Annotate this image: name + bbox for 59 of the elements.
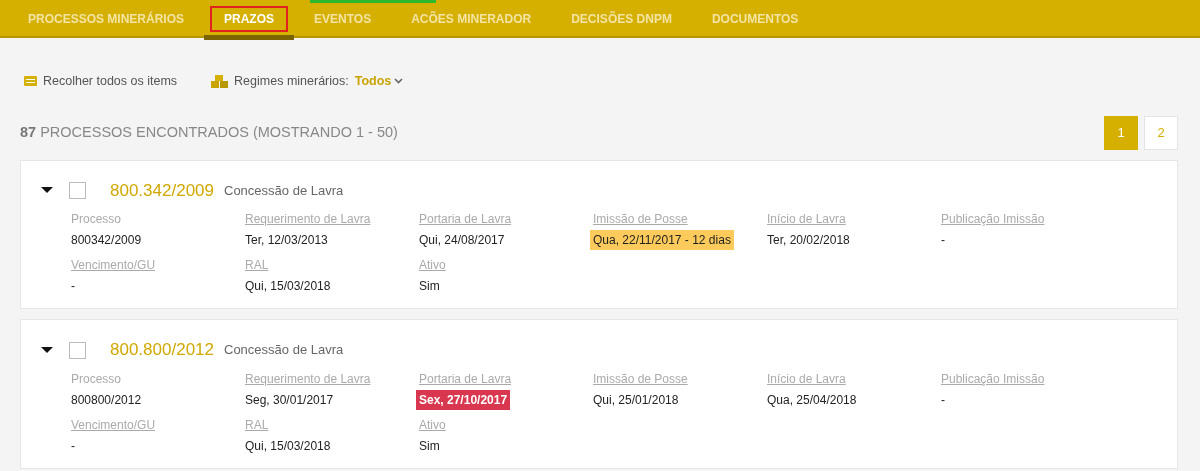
field-label: Processo (71, 370, 122, 388)
nav-tab[interactable]: PROCESSOS MINERÁRIOS (8, 0, 205, 38)
nav-tab[interactable]: PRAZOS (204, 0, 295, 38)
field-label-link[interactable]: Publicação Imissão (941, 369, 1045, 388)
field-label-link[interactable]: Ativo (419, 256, 446, 275)
field-label: Processo (71, 211, 122, 229)
field-value: - (941, 232, 945, 250)
checkbox[interactable] (69, 341, 86, 359)
field-value: Seg, 30/01/2017 (245, 391, 334, 409)
field-label-link[interactable]: Início de Lavra (767, 210, 846, 229)
field-label-link[interactable]: Portaria de Lavra (419, 369, 512, 388)
page-button[interactable]: 1 (1104, 115, 1138, 150)
field-value: - (71, 278, 75, 296)
expand-toggle-icon[interactable] (41, 187, 53, 194)
process-number: 800.342/2009 (110, 179, 214, 202)
process-type: Concessão de Lavra (224, 181, 344, 200)
field-value: Ter, 12/03/2013 (245, 232, 328, 250)
field-value: - (71, 437, 75, 455)
page-button[interactable]: 2 (1144, 115, 1178, 150)
list-icon (24, 76, 37, 87)
expand-toggle-icon[interactable] (41, 346, 53, 354)
field-value: Qua, 25/04/2018 (767, 391, 857, 409)
field-label-link[interactable]: RAL (245, 256, 269, 275)
field-value: Sim (419, 278, 440, 296)
field-label-link[interactable]: Requerimento de Lavra (245, 369, 371, 388)
field-label-link[interactable]: RAL (245, 415, 269, 434)
chevron-down-icon (394, 78, 404, 85)
field-value: Qui, 15/03/2018 (245, 437, 331, 455)
field-label-link[interactable]: Vencimento/GU (71, 256, 156, 275)
field-label-link[interactable]: Portaria de Lavra (419, 210, 512, 229)
field-label-link[interactable]: Imissão de Posse (593, 210, 688, 229)
process-type: Concessão de Lavra (224, 341, 344, 360)
field-value: 800342/2009 (71, 232, 142, 250)
collapse-all-link[interactable]: Recolher todos os items (43, 72, 178, 91)
field-value: Sim (419, 437, 440, 455)
field-label-link[interactable]: Imissão de Posse (593, 369, 688, 388)
nav-tab[interactable]: DOCUMENTOS (691, 0, 819, 38)
field-value: Qui, 24/08/2017 (419, 232, 505, 250)
field-label-link[interactable]: Publicação Imissão (941, 210, 1045, 229)
field-value: Qui, 15/03/2018 (245, 278, 331, 296)
field-value: - (941, 391, 945, 409)
field-value: Ter, 20/02/2018 (767, 232, 850, 250)
deadline-alert: Sex, 27/10/2017 (416, 389, 511, 410)
field-label-link[interactable]: Requerimento de Lavra (245, 210, 371, 229)
process-number: 800.800/2012 (110, 339, 214, 362)
regimes-dropdown[interactable]: Todos (354, 72, 404, 91)
field-label-link[interactable]: Início de Lavra (767, 369, 846, 388)
field-label-link[interactable]: Vencimento/GU (71, 415, 156, 434)
field-value: Qui, 25/01/2018 (593, 391, 679, 409)
field-value: 800800/2012 (71, 391, 142, 409)
results-count: 87 PROCESSOS ENCONTRADOS (MOSTRANDO 1 - 50) (20, 122, 398, 142)
deadline-alert: Qua, 22/11/2017 - 12 dias (590, 230, 734, 251)
checkbox[interactable] (69, 182, 86, 199)
nav-tab[interactable]: EVENTOS (294, 0, 392, 38)
nav-tab[interactable]: DECISÕES DNPM (551, 0, 692, 38)
blocks-icon (211, 74, 229, 88)
nav-tab[interactable]: ACÕES MINERADOR (391, 0, 552, 38)
regimes-label: Regimes minerários: (234, 73, 349, 90)
field-label-link[interactable]: Ativo (419, 415, 446, 434)
